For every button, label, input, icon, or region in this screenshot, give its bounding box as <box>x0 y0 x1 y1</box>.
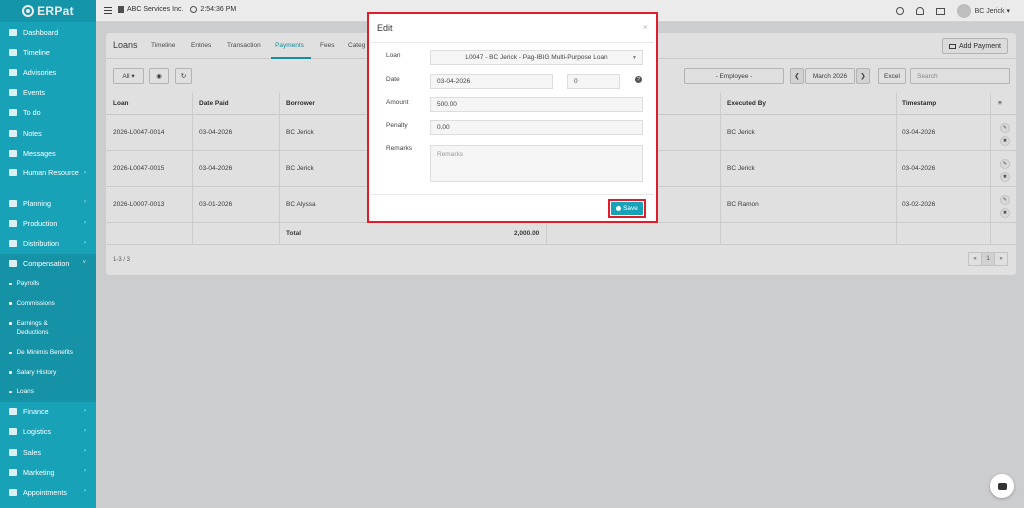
sidebar-item-events[interactable]: Events <box>0 83 96 103</box>
remarks-textarea[interactable]: Remarks <box>430 145 643 182</box>
cart-icon <box>9 448 17 456</box>
chevron-right-icon: › <box>84 488 86 495</box>
notes-icon <box>9 129 17 137</box>
chevron-right-icon: › <box>84 447 86 454</box>
envelope-icon <box>9 149 17 157</box>
bullet-icon <box>9 282 12 286</box>
chevron-right-icon: › <box>84 407 86 414</box>
chat-icon <box>997 482 1007 490</box>
chart-icon <box>9 468 17 476</box>
date-input[interactable]: 03-04-2026 <box>430 74 553 89</box>
save-button-highlight: Save <box>608 199 646 218</box>
sidebar-item-distribution[interactable]: Distribution › <box>0 234 96 254</box>
sidebar-item-advisories[interactable]: Advisories <box>0 62 96 82</box>
date-label: Date <box>386 76 400 83</box>
megaphone-icon <box>9 68 17 76</box>
loan-select[interactable]: L0047 - BC Jerick - Pag-IBIG Multi-Purpo… <box>430 50 643 65</box>
sidebar-item-production[interactable]: Production › <box>0 214 96 234</box>
chevron-down-icon: ˅ <box>82 259 86 266</box>
save-button[interactable]: Save <box>611 202 643 215</box>
sidebar-subitem-payrolls[interactable]: Payrolls <box>0 274 96 294</box>
sidebar-item-planning[interactable]: Planning › <box>0 193 96 213</box>
close-icon[interactable]: × <box>643 22 648 32</box>
planning-icon <box>9 199 17 207</box>
handshake-icon <box>9 260 17 268</box>
chat-button[interactable] <box>990 474 1014 498</box>
chevron-right-icon: › <box>84 170 86 177</box>
sidebar-item-finance[interactable]: Finance › <box>0 402 96 422</box>
penalty-input[interactable]: 0.00 <box>430 120 643 135</box>
bullet-icon <box>9 390 12 394</box>
loan-label: Loan <box>386 52 401 59</box>
bullet-icon <box>9 351 12 355</box>
appointment-icon <box>9 488 17 496</box>
sidebar-item-logistics[interactable]: Logistics › <box>0 422 96 442</box>
sidebar-item-human-resource[interactable]: Human Resource › <box>0 163 96 193</box>
calendar-icon <box>9 89 17 97</box>
bullet-icon <box>9 371 12 374</box>
date-extra-input[interactable]: 0 <box>567 74 620 89</box>
sidebar-item-notes[interactable]: Notes <box>0 123 96 143</box>
sidebar-item-timeline[interactable]: Timeline <box>0 42 96 62</box>
penalty-label: Penalty <box>386 122 408 129</box>
modal-divider <box>371 42 654 43</box>
sidebar-item-todo[interactable]: To do <box>0 103 96 123</box>
amount-input[interactable]: 500.00 <box>430 97 643 112</box>
sidebar-subitem-earnings-deductions[interactable]: Earnings & Deductions <box>0 313 96 344</box>
check-circle-icon <box>616 206 622 211</box>
chevron-right-icon: › <box>84 239 86 246</box>
edit-modal-highlight: Edit × Loan L0047 - BC Jerick - Pag-IBIG… <box>367 12 658 223</box>
remarks-label: Remarks <box>386 145 413 152</box>
chevron-down-icon: ▼ <box>632 55 637 61</box>
checkbox-icon <box>9 109 17 117</box>
sidebar-item-messages[interactable]: Messages <box>0 143 96 163</box>
sidebar-item-dashboard[interactable]: Dashboard <box>0 22 96 42</box>
timeline-icon <box>9 48 17 56</box>
sidebar-item-appointments[interactable]: Appointments › <box>0 482 96 502</box>
amount-label: Amount <box>386 99 409 106</box>
production-icon <box>9 220 17 228</box>
bullet-icon <box>9 302 12 305</box>
bullet-icon <box>9 322 12 325</box>
sidebar-subitem-salary-history[interactable]: Salary History <box>0 362 96 383</box>
edit-modal: Edit × Loan L0047 - BC Jerick - Pag-IBIG… <box>371 16 654 219</box>
modal-footer-divider <box>371 194 654 195</box>
bank-icon <box>9 240 17 248</box>
chevron-right-icon: › <box>84 199 86 206</box>
sidebar-subitem-loans[interactable]: Loans <box>0 382 96 402</box>
dashboard-icon <box>9 28 17 36</box>
finance-icon <box>9 408 17 416</box>
sidebar-item-compensation[interactable]: Compensation ˅ <box>0 253 96 275</box>
chevron-right-icon: › <box>84 427 86 434</box>
modal-title: Edit <box>377 23 393 33</box>
sidebar-item-marketing[interactable]: Marketing › <box>0 462 96 482</box>
truck-icon <box>9 428 17 436</box>
sidebar: Dashboard Timeline Advisories Events To … <box>0 22 96 508</box>
sidebar-subitem-commissions[interactable]: Commissions <box>0 293 96 314</box>
sidebar-item-sales[interactable]: Sales › <box>0 442 96 462</box>
help-icon[interactable]: ? <box>635 76 642 83</box>
chevron-right-icon: › <box>84 468 86 475</box>
chevron-right-icon: › <box>84 219 86 226</box>
users-icon <box>9 169 17 177</box>
sidebar-subitem-de-minimis[interactable]: De Minimis Benefits <box>0 343 96 363</box>
